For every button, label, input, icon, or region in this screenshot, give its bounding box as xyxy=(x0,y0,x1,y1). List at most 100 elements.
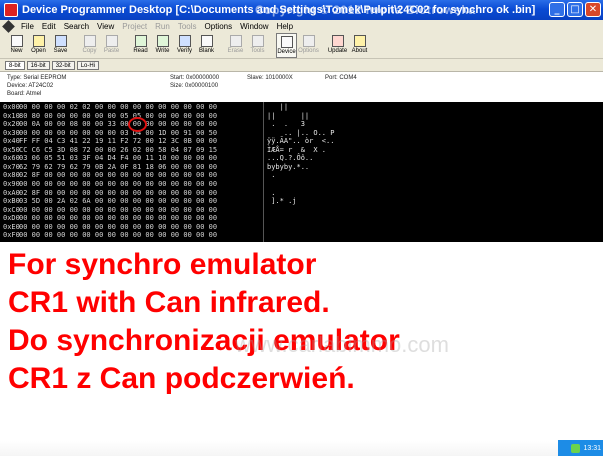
hex-row-address: 0x90 xyxy=(3,179,20,188)
menu-item-tools[interactable]: Tools xyxy=(178,22,197,31)
new-file-icon xyxy=(10,35,23,47)
toolbar-label: Write xyxy=(155,48,170,54)
board-name-text: Board: Atmel xyxy=(7,91,42,97)
caption-line-1: For synchro emulator xyxy=(8,248,317,281)
window-titlebar[interactable]: Device Programmer Desktop [C:\Documents … xyxy=(0,0,603,20)
options-icon xyxy=(302,35,315,47)
read-button[interactable]: Read xyxy=(130,33,151,58)
toolbar-label: Device xyxy=(277,49,296,55)
maximize-icon[interactable]: □ xyxy=(567,2,583,17)
app-icon xyxy=(4,3,18,17)
device-type-text: Type: Serial EEPROM xyxy=(7,75,67,81)
hex-row-address: 0x40 xyxy=(3,137,20,146)
data-format-bar: 8-bit 16-bit 32-bit Lo-Hi xyxy=(0,59,603,71)
format-tab-8bit[interactable]: 8-bit xyxy=(5,60,25,70)
menu-item-search[interactable]: Search xyxy=(64,22,89,31)
options-button[interactable]: Options xyxy=(298,33,319,58)
write-chip-icon xyxy=(156,35,169,47)
blank-check-icon xyxy=(200,35,213,47)
menu-item-help[interactable]: Help xyxy=(277,22,293,31)
update-icon xyxy=(331,35,344,47)
erase-button[interactable]: Erase xyxy=(225,33,246,58)
about-question-icon xyxy=(353,35,366,47)
hex-row-ascii: ].* .j xyxy=(267,197,297,206)
caption-line-4: CR1 z Can podczerwień. xyxy=(8,362,355,395)
open-folder-icon xyxy=(32,35,45,47)
verify-button[interactable]: Verify xyxy=(174,33,195,58)
hex-row-bytes[interactable]: 00 00 00 00 00 00 00 00 00 00 00 00 00 0… xyxy=(19,231,217,240)
hex-row[interactable]: 0xF0 00 00 00 00 00 00 00 00 00 00 00 00 … xyxy=(0,231,603,240)
menu-bar: File Edit Search View Project Run Tools Options… xyxy=(0,20,603,33)
size-text: Size: 0x00000100 xyxy=(170,83,219,89)
erase-icon xyxy=(229,35,242,47)
tools-icon xyxy=(251,35,264,47)
hex-row-address: 0xB0 xyxy=(3,197,20,206)
format-tab-16bit[interactable]: 16-bit xyxy=(26,60,50,70)
paste-button[interactable]: Paste xyxy=(101,33,122,58)
menu-item-window[interactable]: Window xyxy=(240,22,268,31)
new-button[interactable]: New xyxy=(6,33,27,58)
menu-item-run[interactable]: Run xyxy=(155,22,170,31)
device-button[interactable]: Device xyxy=(276,33,297,58)
hex-row-bytes[interactable]: 00 0A 00 00 08 00 00 33 00 00 00 00 00 0… xyxy=(19,120,217,129)
toolbar-label: Read xyxy=(133,48,148,54)
hex-row-ascii: ÿÿ.ÃA".. òr <.. xyxy=(267,137,335,146)
hex-row-bytes[interactable]: 00 00 00 00 00 00 00 00 00 00 00 00 00 0… xyxy=(19,214,217,223)
toolbar-separator xyxy=(123,33,129,58)
tools-button[interactable]: Tools xyxy=(247,33,268,58)
hex-row-bytes[interactable]: 00 00 00 00 02 02 00 00 00 00 00 00 00 0… xyxy=(19,103,217,112)
hex-row[interactable]: 0x40 FF FF 04 C3 41 22 19 11 F2 72 00 12 … xyxy=(0,137,603,146)
toolbar-label: Copy xyxy=(82,48,97,54)
blank-button[interactable]: Blank xyxy=(196,33,217,58)
menu-item-view[interactable]: View xyxy=(97,22,114,31)
hex-row[interactable]: 0xD0 00 00 00 00 00 00 00 00 00 00 00 00 … xyxy=(0,214,603,223)
toolbar-label: New xyxy=(10,48,23,54)
save-button[interactable]: Save xyxy=(50,33,71,58)
menu-item-file[interactable]: File xyxy=(21,22,34,31)
close-icon[interactable]: ✕ xyxy=(585,2,601,17)
update-button[interactable]: Update xyxy=(327,33,348,58)
taskbar xyxy=(0,441,603,456)
toolbar-separator xyxy=(72,33,78,58)
verify-icon xyxy=(178,35,191,47)
hex-row[interactable]: 0x00 00 00 00 00 02 02 00 00 00 00 00 00 … xyxy=(0,103,603,112)
toolbar: New Open Save Copy Paste Read Write Verify Blank… xyxy=(0,33,603,59)
device-chip-icon xyxy=(280,36,293,48)
tray-clock: 13:31 xyxy=(583,444,601,452)
hex-row-address: 0xF0 xyxy=(3,231,20,240)
hex-row[interactable]: 0x20 00 0A 00 00 08 00 00 33 00 00 00 00 … xyxy=(0,120,603,129)
paste-icon xyxy=(105,35,118,47)
hex-row[interactable]: 0x60 03 06 05 51 03 3F 04 D4 F4 00 11 10 … xyxy=(0,154,603,163)
hex-row-address: 0xD0 xyxy=(3,214,20,223)
hex-row-bytes[interactable]: 03 5D 00 2A 02 6A 00 00 00 00 00 00 00 0… xyxy=(19,197,217,206)
toolbar-label: Erase xyxy=(227,48,244,54)
toolbar-label: Paste xyxy=(103,48,120,54)
caption-overlay: For synchro emulator CR1 with Can infrar… xyxy=(8,246,568,398)
format-tab-lohi[interactable]: Lo-Hi xyxy=(76,60,100,70)
format-tab-32bit[interactable]: 32-bit xyxy=(51,60,75,70)
hex-row[interactable]: 0x90 00 00 00 00 00 00 00 00 00 00 00 00 … xyxy=(0,179,603,189)
slave-address-text: Slave: 1010000X xyxy=(247,75,293,81)
toolbar-separator xyxy=(320,33,326,58)
screen: Device Programmer Desktop [C:\Documents … xyxy=(0,0,603,456)
open-button[interactable]: Open xyxy=(28,33,49,58)
hex-editor[interactable]: 0x00 00 00 00 00 02 02 00 00 00 00 00 00 … xyxy=(0,102,603,242)
toolbar-label: Open xyxy=(31,48,46,54)
port-text: Port: COM4 xyxy=(325,75,357,81)
menu-item-project[interactable]: Project xyxy=(122,22,147,31)
write-button[interactable]: Write xyxy=(152,33,173,58)
menu-item-edit[interactable]: Edit xyxy=(42,22,56,31)
site-watermark: www.carlabimmo.com xyxy=(235,332,449,357)
menu-app-icon[interactable] xyxy=(2,20,15,33)
about-button[interactable]: About xyxy=(349,33,370,58)
minimize-icon[interactable]: _ xyxy=(549,2,565,17)
toolbar-label: Options xyxy=(298,48,319,54)
copy-button[interactable]: Copy xyxy=(79,33,100,58)
tray-network-icon[interactable] xyxy=(571,443,581,453)
menu-item-options[interactable]: Options xyxy=(205,22,233,31)
hex-row-bytes[interactable]: FF FF 04 C3 41 22 19 11 F2 72 00 12 3C 0… xyxy=(19,137,217,146)
hex-row[interactable]: 0xB0 03 5D 00 2A 02 6A 00 00 00 00 00 00 … xyxy=(0,197,603,206)
hex-row-ascii: . xyxy=(267,171,276,180)
hex-row-bytes[interactable]: 00 00 00 00 00 00 00 00 00 00 00 00 00 0… xyxy=(19,180,217,189)
toolbar-separator xyxy=(218,33,224,58)
